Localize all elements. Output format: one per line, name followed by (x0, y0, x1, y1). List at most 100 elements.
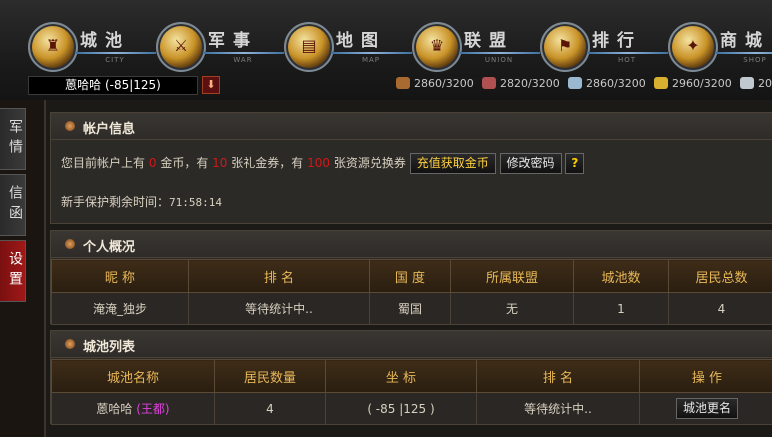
city-dropdown-button[interactable]: ⬇ (202, 76, 220, 94)
nav-underline (588, 52, 668, 54)
city-list-panel: 城池列表 城池名称 居民数量 坐 标 排 名 操 作 蒽哈哈 (王都) 4 ( … (50, 330, 772, 425)
nav-label: 排行 (592, 31, 642, 51)
bullet-icon (65, 339, 75, 349)
col-header: 昵 称 (51, 259, 189, 293)
table-row: 淹淹_独步 等待统计中.. 蜀国 无 1 4 (51, 292, 772, 325)
personal-table: 昵 称 排 名 国 度 所属联盟 城池数 居民总数 淹淹_独步 等待统计中.. … (51, 259, 772, 325)
download-arrow-icon: ⬇ (206, 78, 216, 91)
coupon-count: 10 (212, 156, 228, 170)
change-password-button[interactable]: 修改密码 (499, 153, 562, 174)
nav-item-union[interactable]: ♛ 联盟 UNION (412, 22, 542, 72)
personal-overview-panel: 个人概况 昵 称 排 名 国 度 所属联盟 城池数 居民总数 淹淹_独步 等待统… (50, 230, 772, 325)
table-header-row: 昵 称 排 名 国 度 所属联盟 城池数 居民总数 (51, 259, 772, 293)
action-cell: 城池更名 (639, 392, 772, 425)
help-button[interactable]: ? (565, 153, 585, 174)
city-name-link[interactable]: 蒽哈哈 (96, 402, 132, 416)
nav-label: 军事 (208, 31, 258, 51)
coords-cell: ( -85 |125 ) (325, 392, 477, 425)
city-population-cell: 4 (214, 392, 326, 425)
side-tab-settings[interactable]: 设置 (0, 240, 26, 302)
panel-header: 帐户信息 (51, 113, 772, 140)
nav-item-city[interactable]: ♜ 城池 CITY (28, 22, 158, 72)
top-navigation-bar: ♜ 城池 CITY ⚔ 军事 WAR ▤ 地图 MAP ♛ 联盟 UNION ⚑ 排行 HOT ✦ 商城 SHOP… (0, 0, 772, 100)
voucher-count: 100 (307, 156, 331, 170)
icon-glyph: ▤ (301, 36, 317, 55)
balance-text: 您目前帐户上有 (61, 156, 146, 170)
city-name-cell: 蒽哈哈 (王都) (51, 392, 215, 425)
nav-item-hot[interactable]: ⚑ 排行 HOT (540, 22, 670, 72)
city-table: 城池名称 居民数量 坐 标 排 名 操 作 蒽哈哈 (王都) 4 ( -85 |… (51, 359, 772, 425)
alliance-icon: ♛ (412, 22, 462, 72)
icon-glyph: ♛ (429, 36, 445, 55)
bullet-icon (65, 121, 75, 131)
panel-title: 个人概况 (83, 240, 136, 255)
side-tab-mail[interactable]: 信函 (0, 174, 26, 236)
col-header: 国 度 (369, 259, 451, 293)
bullet-icon (65, 239, 75, 249)
balance-text: 张礼金券，有 (231, 156, 304, 170)
castle-icon: ♜ (28, 22, 78, 72)
icon-glyph: ⚔ (173, 36, 189, 55)
resource-iron: 2860/3200 (568, 76, 646, 92)
capital-tag: (王都) (136, 402, 170, 416)
table-row: 蒽哈哈 (王都) 4 ( -85 |125 ) 等待统计中.. 城池更名 (51, 392, 772, 425)
resource-wood: 2860/3200 (396, 76, 474, 92)
nav-sublabel: CITY (105, 56, 125, 64)
nav-label: 城池 (80, 31, 130, 51)
panel-title: 帐户信息 (83, 122, 136, 137)
resource-silver: 20 (740, 76, 772, 92)
nav-sublabel: HOT (617, 56, 637, 64)
silver-icon (740, 77, 754, 89)
balance-text: 金币，有 (160, 156, 209, 170)
city-rank-cell: 等待统计中.. (476, 392, 640, 425)
city-selector[interactable]: 蒽哈哈 (-85|125) (28, 76, 198, 95)
panel-header: 城池列表 (51, 331, 772, 358)
protection-label: 新手保护剩余时间： (61, 195, 170, 209)
gold-count: 0 (148, 156, 157, 170)
protection-time: 71:58:14 (169, 196, 222, 209)
resource-value: 20 (758, 77, 772, 90)
main-content: 帐户信息 您目前帐户上有 0 金币，有 10 张礼金券，有 100 张资源兑换券… (44, 100, 772, 437)
table-header-row: 城池名称 居民数量 坐 标 排 名 操 作 (51, 359, 772, 393)
nav-item-war[interactable]: ⚔ 军事 WAR (156, 22, 286, 72)
panel-title: 城池列表 (83, 340, 136, 355)
city-count-cell: 1 (573, 292, 669, 325)
ranking-banner-icon: ⚑ (540, 22, 590, 72)
col-header: 所属联盟 (450, 259, 574, 293)
nav-underline (716, 52, 772, 54)
nav-label: 联盟 (464, 31, 514, 51)
nav-label: 地图 (336, 31, 386, 51)
col-header: 排 名 (476, 359, 640, 393)
nickname-cell: 淹淹_独步 (51, 292, 189, 325)
iron-icon (568, 77, 582, 89)
alliance-cell: 无 (450, 292, 574, 325)
nav-underline (460, 52, 540, 54)
grain-icon (654, 77, 668, 89)
population-cell: 4 (668, 292, 772, 325)
resource-value: 2860/3200 (414, 77, 474, 90)
col-header: 操 作 (639, 359, 772, 393)
account-info-panel: 帐户信息 您目前帐户上有 0 金币，有 10 张礼金券，有 100 张资源兑换券… (50, 112, 772, 224)
icon-glyph: ✦ (686, 36, 700, 55)
icon-glyph: ⚑ (557, 36, 573, 55)
nav-label: 商城 (720, 31, 770, 51)
col-header: 排 名 (188, 259, 370, 293)
col-header: 城池名称 (51, 359, 215, 393)
nav-item-shop[interactable]: ✦ 商城 SHOP (668, 22, 772, 72)
rank-cell: 等待统计中.. (188, 292, 370, 325)
rename-city-button[interactable]: 城池更名 (675, 398, 738, 419)
swords-icon: ⚔ (156, 22, 206, 72)
col-header: 坐 标 (325, 359, 477, 393)
resource-value: 2960/3200 (672, 77, 732, 90)
resource-value: 2860/3200 (586, 77, 646, 90)
side-tab-intel[interactable]: 军情 (0, 108, 26, 170)
col-header: 城池数 (573, 259, 669, 293)
balance-text: 张资源兑换券 (333, 156, 406, 170)
col-header: 居民数量 (214, 359, 326, 393)
nav-sublabel: MAP (361, 56, 381, 64)
recharge-button[interactable]: 充值获取金币 (409, 153, 496, 174)
wood-icon (396, 77, 410, 89)
nav-item-map[interactable]: ▤ 地图 MAP (284, 22, 414, 72)
panel-header: 个人概况 (51, 231, 772, 258)
nav-underline (204, 52, 284, 54)
